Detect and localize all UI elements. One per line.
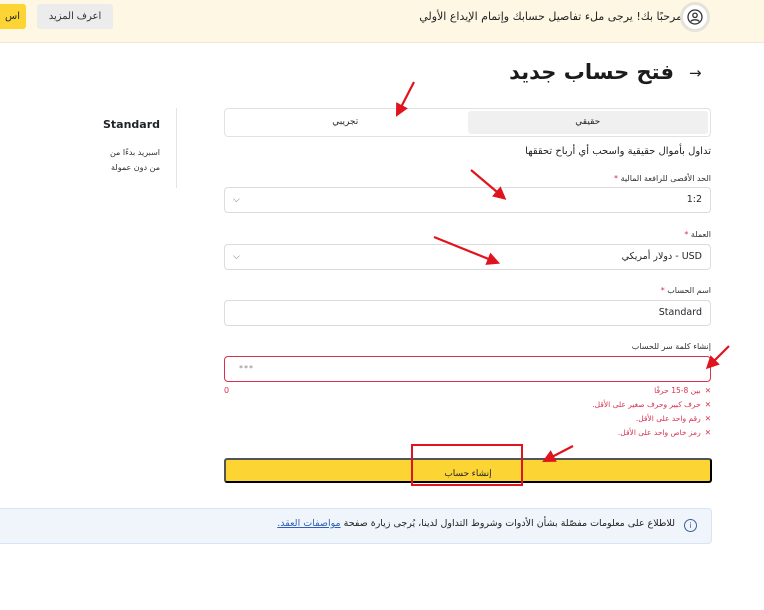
- annotation-arrows: [395, 81, 730, 463]
- annotation-arrow: [433, 235, 501, 265]
- annotation-arrow: [705, 345, 730, 370]
- annotation-arrow: [542, 445, 574, 463]
- annotation-arrow: [395, 81, 415, 117]
- annotation-arrow: [470, 169, 507, 200]
